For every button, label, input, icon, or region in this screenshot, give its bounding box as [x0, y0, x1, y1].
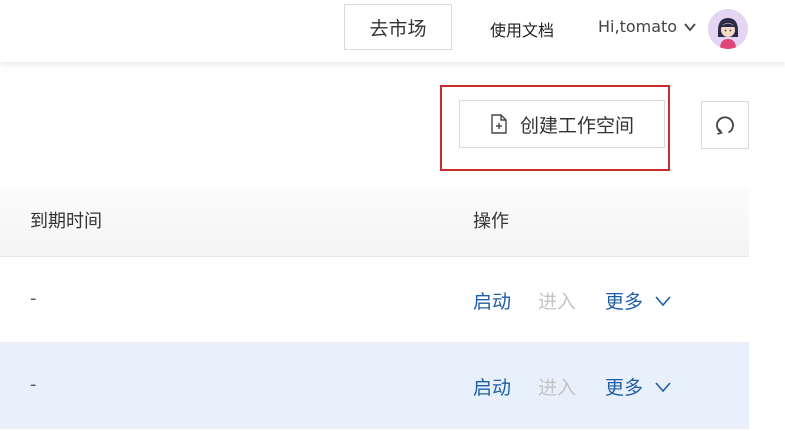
start-link[interactable]: 启动 [473, 373, 511, 400]
refresh-button[interactable] [701, 101, 749, 149]
chevron-down-icon [655, 381, 671, 392]
enter-link-disabled: 进入 [538, 377, 577, 399]
enter-link-disabled: 进入 [538, 291, 577, 313]
column-header-actions: 操作 [473, 211, 509, 232]
chevron-down-icon [684, 22, 696, 31]
expire-time-cell: - [30, 288, 37, 309]
chevron-down-icon [655, 295, 671, 306]
refresh-icon [716, 116, 734, 135]
top-navbar: 去市场 使用文档 Hi,tomato [0, 0, 785, 62]
table-header: 到期时间 操作 [0, 186, 749, 257]
column-header-expire-time: 到期时间 [30, 211, 102, 232]
create-workspace-label: 创建工作空间 [519, 114, 634, 137]
table-row: - 启动 进入 更多 [0, 343, 749, 429]
file-plus-icon [491, 114, 507, 134]
avatar-icon [708, 9, 748, 49]
go-to-market-button[interactable]: 去市场 [344, 4, 452, 50]
avatar[interactable] [708, 9, 748, 49]
user-greeting: Hi,tomato [598, 17, 678, 36]
start-link[interactable]: 启动 [473, 287, 511, 314]
more-label: 更多 [605, 291, 644, 313]
more-dropdown[interactable]: 更多 [605, 287, 671, 314]
toolbar [0, 62, 785, 186]
table-row: - 启动 进入 更多 [0, 257, 749, 343]
create-workspace-button[interactable]: 创建工作空间 [459, 100, 665, 148]
expire-time-cell: - [30, 374, 37, 395]
more-label: 更多 [605, 377, 644, 399]
user-menu[interactable]: Hi,tomato [598, 17, 697, 36]
docs-link[interactable]: 使用文档 [490, 17, 554, 41]
more-dropdown[interactable]: 更多 [605, 373, 671, 400]
workspace-table: 到期时间 操作 - 启动 进入 更多 - 启动 进入 更多 [0, 186, 749, 429]
